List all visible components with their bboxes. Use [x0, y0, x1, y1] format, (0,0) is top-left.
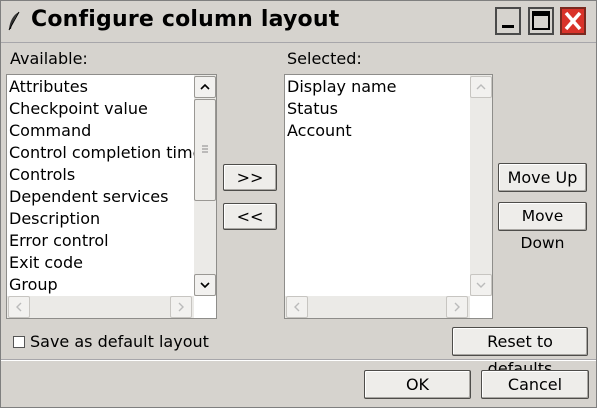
- scroll-left-button[interactable]: [286, 296, 308, 318]
- grip-icon: [202, 145, 208, 153]
- chevron-right-icon: [178, 302, 184, 312]
- close-button[interactable]: [560, 7, 586, 35]
- available-item[interactable]: Exit code: [9, 252, 83, 274]
- dialog-window: Configure column layout Available: Attri…: [0, 0, 597, 408]
- minimize-icon: [502, 25, 514, 28]
- chevron-left-icon: [16, 302, 22, 312]
- chevron-right-icon: [454, 302, 460, 312]
- title-bar[interactable]: Configure column layout: [1, 1, 596, 43]
- save-default-checkbox[interactable]: [13, 336, 25, 348]
- available-item[interactable]: Controls: [9, 164, 75, 186]
- available-item[interactable]: Error control: [9, 230, 109, 252]
- available-item[interactable]: Group: [9, 274, 58, 296]
- available-item[interactable]: Command: [9, 120, 91, 142]
- available-vertical-scrollbar[interactable]: [194, 75, 216, 296]
- minimize-button[interactable]: [495, 7, 521, 35]
- selected-listbox[interactable]: Display name Status Account: [284, 74, 493, 319]
- ok-label: OK: [405, 375, 430, 394]
- selected-item[interactable]: Status: [287, 98, 338, 120]
- available-item[interactable]: Attributes: [9, 76, 88, 98]
- available-item[interactable]: Control completion time: [9, 142, 202, 164]
- window-title: Configure column layout: [31, 7, 340, 32]
- selected-item[interactable]: Display name: [287, 76, 396, 98]
- scroll-down-button[interactable]: [470, 274, 492, 296]
- chevron-left-icon: [294, 302, 300, 312]
- selected-item[interactable]: Account: [287, 120, 352, 142]
- feather-icon: [8, 11, 20, 31]
- remove-column-label: <<: [236, 207, 264, 226]
- cancel-button[interactable]: Cancel: [481, 370, 589, 399]
- scroll-right-button[interactable]: [446, 296, 468, 318]
- scroll-thumb[interactable]: [194, 99, 216, 201]
- available-listbox[interactable]: Attributes Checkpoint value Command Cont…: [6, 74, 217, 319]
- selected-horizontal-scrollbar[interactable]: [285, 296, 470, 318]
- scroll-down-button[interactable]: [194, 274, 216, 296]
- available-label: Available:: [10, 49, 88, 68]
- scroll-right-button[interactable]: [170, 296, 192, 318]
- add-column-button[interactable]: >>: [223, 164, 277, 191]
- reset-defaults-button[interactable]: Reset to defaults: [452, 327, 588, 378]
- close-icon: [564, 11, 582, 31]
- chevron-up-icon: [476, 84, 486, 90]
- scroll-up-button[interactable]: [470, 76, 492, 98]
- selected-label: Selected:: [287, 49, 362, 68]
- footer-separator: [1, 359, 596, 361]
- available-item[interactable]: Description: [9, 208, 100, 230]
- maximize-icon: [532, 11, 550, 30]
- selected-vertical-scrollbar[interactable]: [470, 75, 492, 296]
- cancel-label: Cancel: [507, 375, 563, 394]
- available-item[interactable]: Checkpoint value: [9, 98, 148, 120]
- chevron-down-icon: [200, 282, 210, 289]
- move-up-button[interactable]: Move Up: [498, 163, 587, 192]
- ok-button[interactable]: OK: [364, 370, 471, 399]
- move-down-label: Move Down: [520, 207, 565, 252]
- chevron-up-icon: [200, 83, 210, 90]
- scroll-up-button[interactable]: [194, 76, 216, 98]
- chevron-down-icon: [476, 282, 486, 288]
- move-up-label: Move Up: [507, 168, 578, 187]
- available-item[interactable]: Dependent services: [9, 186, 168, 208]
- scroll-left-button[interactable]: [8, 296, 30, 318]
- move-down-button[interactable]: Move Down: [498, 202, 587, 252]
- maximize-button[interactable]: [528, 7, 554, 35]
- add-column-label: >>: [236, 168, 264, 187]
- available-horizontal-scrollbar[interactable]: [7, 296, 194, 318]
- remove-column-button[interactable]: <<: [223, 203, 277, 230]
- save-default-label[interactable]: Save as default layout: [30, 332, 209, 351]
